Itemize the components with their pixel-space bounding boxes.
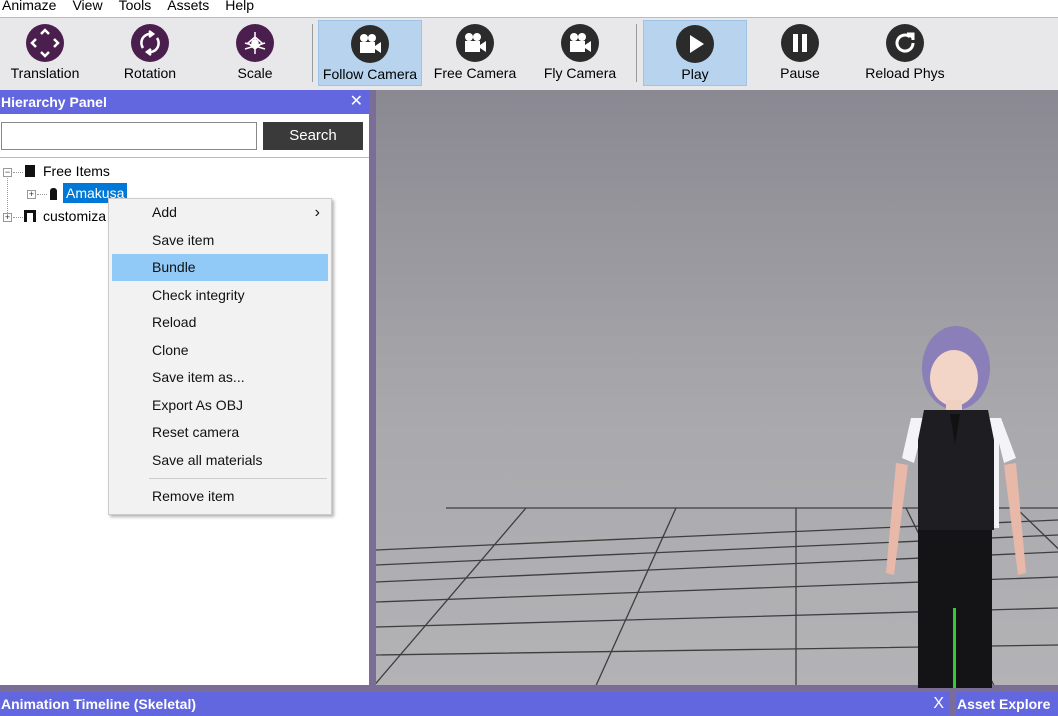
translation-button[interactable]: Translation bbox=[0, 20, 97, 86]
rotation-button[interactable]: Rotation bbox=[98, 20, 202, 86]
menu-bar: Animaze View Tools Assets Help bbox=[0, 0, 1058, 18]
rotate-icon bbox=[131, 24, 169, 62]
pause-label: Pause bbox=[780, 65, 820, 81]
play-label: Play bbox=[681, 66, 709, 82]
customization-icon bbox=[24, 210, 36, 222]
character-icon bbox=[50, 188, 57, 200]
menu-separator bbox=[149, 478, 327, 479]
camera-icon bbox=[456, 24, 494, 62]
menu-animaze[interactable]: Animaze bbox=[0, 0, 64, 17]
close-icon[interactable]: X bbox=[933, 692, 944, 716]
expand-toggle[interactable]: + bbox=[3, 213, 12, 222]
fly-camera-button[interactable]: Fly Camera bbox=[528, 20, 632, 86]
toolbar-separator bbox=[312, 24, 313, 82]
hierarchy-panel-title: Hierarchy Panel bbox=[1, 94, 107, 110]
collapse-toggle[interactable]: − bbox=[3, 168, 12, 177]
search-button[interactable]: Search bbox=[263, 122, 363, 150]
camera-icon bbox=[351, 25, 389, 63]
menu-item-reset-camera[interactable]: Reset camera bbox=[112, 419, 328, 446]
free-camera-label: Free Camera bbox=[433, 65, 517, 81]
menu-assets[interactable]: Assets bbox=[165, 0, 217, 17]
scale-label: Scale bbox=[237, 65, 273, 81]
menu-item-export-obj[interactable]: Export As OBJ bbox=[112, 392, 328, 419]
menu-item-save-all-materials[interactable]: Save all materials bbox=[112, 447, 328, 474]
play-icon bbox=[676, 25, 714, 63]
fly-camera-label: Fly Camera bbox=[543, 65, 617, 81]
scale-icon bbox=[236, 24, 274, 62]
translation-label: Translation bbox=[10, 65, 80, 81]
reload-phys-button[interactable]: Reload Phys bbox=[853, 20, 957, 86]
menu-tools[interactable]: Tools bbox=[117, 0, 160, 17]
tree-line bbox=[37, 194, 47, 195]
menu-help[interactable]: Help bbox=[223, 0, 262, 17]
tree-line bbox=[7, 178, 8, 213]
reload-phys-label: Reload Phys bbox=[865, 65, 945, 81]
pause-button[interactable]: Pause bbox=[748, 20, 852, 86]
menu-item-bundle[interactable]: Bundle bbox=[112, 254, 328, 281]
play-button[interactable]: Play bbox=[643, 20, 747, 86]
search-input[interactable] bbox=[1, 122, 257, 150]
follow-camera-label: Follow Camera bbox=[322, 66, 418, 82]
asset-explorer-header: Asset Explore bbox=[956, 692, 1058, 716]
menu-view[interactable]: View bbox=[70, 0, 110, 17]
close-icon[interactable]: ✕ bbox=[350, 90, 363, 114]
menu-item-label: Add bbox=[152, 204, 177, 220]
tree-item-customization[interactable]: customiza bbox=[43, 208, 106, 224]
group-icon bbox=[25, 165, 35, 177]
scale-button[interactable]: Scale bbox=[203, 20, 307, 86]
toolbar: Translation Rotation Scale Follow Camera… bbox=[0, 18, 1058, 90]
menu-item-remove-item[interactable]: Remove item bbox=[112, 483, 328, 510]
menu-item-check-integrity[interactable]: Check integrity bbox=[112, 282, 328, 309]
menu-item-add[interactable]: Add › bbox=[112, 199, 328, 226]
hierarchy-panel-header: Hierarchy Panel ✕ bbox=[0, 90, 369, 114]
context-menu: Add › Save item Bundle Check integrity Re… bbox=[108, 198, 332, 515]
follow-camera-button[interactable]: Follow Camera bbox=[318, 20, 422, 86]
menu-item-save-item-as[interactable]: Save item as... bbox=[112, 364, 328, 391]
animation-timeline-header: Animation Timeline (Skeletal) X bbox=[0, 692, 950, 716]
move-icon bbox=[26, 24, 64, 62]
menu-item-reload[interactable]: Reload bbox=[112, 309, 328, 336]
avatar-character bbox=[886, 326, 1026, 688]
rotation-label: Rotation bbox=[123, 65, 177, 81]
asset-explorer-title: Asset Explore bbox=[957, 696, 1051, 712]
hierarchy-tree: − + + Free Items Amakusa customiza bbox=[0, 157, 369, 224]
pause-icon bbox=[781, 24, 819, 62]
free-camera-button[interactable]: Free Camera bbox=[423, 20, 527, 86]
menu-item-clone[interactable]: Clone bbox=[112, 337, 328, 364]
camera-icon bbox=[561, 24, 599, 62]
tree-line bbox=[13, 217, 23, 218]
menu-item-save-item[interactable]: Save item bbox=[112, 227, 328, 254]
tree-line bbox=[13, 172, 23, 173]
submenu-arrow-icon: › bbox=[314, 204, 320, 221]
toolbar-separator bbox=[636, 24, 637, 82]
tree-item-free-items[interactable]: Free Items bbox=[43, 163, 110, 179]
expand-toggle[interactable]: + bbox=[27, 190, 36, 199]
3d-viewport[interactable] bbox=[347, 90, 1058, 716]
reload-icon bbox=[886, 24, 924, 62]
animation-timeline-title: Animation Timeline (Skeletal) bbox=[1, 696, 197, 712]
